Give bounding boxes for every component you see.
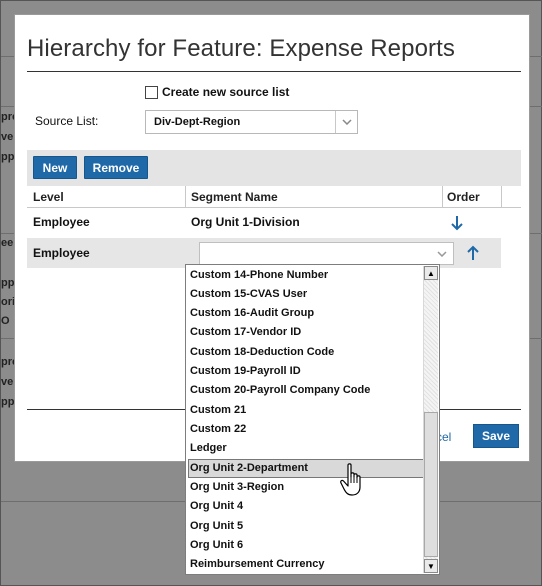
column-divider xyxy=(501,186,502,208)
scroll-down-icon[interactable]: ▼ xyxy=(424,559,438,573)
create-new-source-list-row[interactable]: Create new source list xyxy=(145,85,289,99)
new-button[interactable]: New xyxy=(33,156,77,179)
dropdown-option[interactable]: Custom 21 xyxy=(188,401,424,420)
bg-text-fragment: ee xyxy=(1,237,14,249)
hierarchy-toolbar: New Remove xyxy=(27,150,521,186)
source-list-label: Source List: xyxy=(35,114,99,128)
row-level: Employee xyxy=(33,215,90,229)
create-new-source-list-checkbox[interactable] xyxy=(145,85,158,99)
remove-button[interactable]: Remove xyxy=(84,156,148,179)
column-divider xyxy=(185,186,186,208)
segment-name-select[interactable] xyxy=(199,242,454,265)
dropdown-scrollbar[interactable]: ▲ ▼ xyxy=(423,266,438,573)
dropdown-option[interactable]: Org Unit 3-Region xyxy=(188,478,424,497)
row-level: Employee xyxy=(33,246,90,260)
dropdown-option[interactable]: Org Unit 5 xyxy=(188,517,424,536)
dropdown-option[interactable]: Custom 20-Payroll Company Code xyxy=(188,381,424,400)
dropdown-option[interactable]: Custom 18-Deduction Code xyxy=(188,343,424,362)
arrow-down-icon[interactable] xyxy=(450,215,464,231)
dropdown-option[interactable]: Custom 19-Payroll ID xyxy=(188,362,424,381)
table-header: Level Segment Name Order xyxy=(27,186,521,208)
scrollbar-thumb[interactable] xyxy=(424,412,438,557)
segment-name-dropdown[interactable]: Custom 14-Phone Number Custom 15-CVAS Us… xyxy=(185,264,440,575)
dropdown-option[interactable]: Custom 17-Vendor ID xyxy=(188,323,424,342)
title-divider xyxy=(27,71,521,72)
bg-text-fragment: ori xyxy=(1,296,16,308)
row-segment-name: Org Unit 1-Division xyxy=(191,215,300,229)
dropdown-option[interactable]: Custom 15-CVAS User xyxy=(188,285,424,304)
dropdown-option-highlighted[interactable]: Org Unit 2-Department xyxy=(188,459,424,478)
create-new-source-list-label: Create new source list xyxy=(162,85,290,99)
dialog-title: Hierarchy for Feature: Expense Reports xyxy=(27,35,455,62)
column-header-level: Level xyxy=(33,190,64,204)
dropdown-option[interactable]: Custom 14-Phone Number xyxy=(188,266,424,285)
column-header-segment-name: Segment Name xyxy=(191,190,278,204)
chevron-down-icon[interactable] xyxy=(431,243,453,264)
scroll-up-icon[interactable]: ▲ xyxy=(424,266,438,280)
arrow-up-icon[interactable] xyxy=(466,245,480,261)
bg-text-fragment: O xyxy=(1,315,10,327)
hand-cursor-icon xyxy=(340,462,366,498)
source-list-value: Div-Dept-Region xyxy=(154,116,241,128)
dropdown-option[interactable]: Reimbursement Currency xyxy=(188,555,424,574)
save-button[interactable]: Save xyxy=(473,424,519,448)
column-header-order: Order xyxy=(447,190,480,204)
dropdown-option[interactable]: Org Unit 4 xyxy=(188,497,424,516)
chevron-down-icon[interactable] xyxy=(335,111,357,133)
table-row[interactable]: Employee Org Unit 1-Division xyxy=(27,210,521,236)
dropdown-option[interactable]: Org Unit 6 xyxy=(188,536,424,555)
dropdown-option[interactable]: Custom 22 xyxy=(188,420,424,439)
dropdown-option[interactable]: Ledger xyxy=(188,439,424,458)
dropdown-option[interactable]: Custom 16-Audit Group xyxy=(188,304,424,323)
source-list-select[interactable]: Div-Dept-Region xyxy=(145,110,358,134)
column-divider xyxy=(442,186,443,208)
